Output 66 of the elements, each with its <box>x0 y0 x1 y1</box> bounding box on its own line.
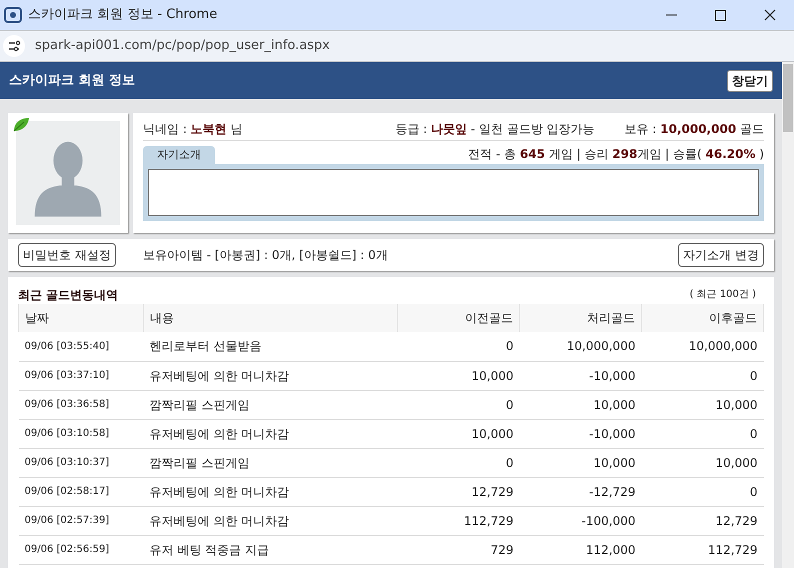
window-title: 스카이파크 회원 정보 - Chrome <box>28 6 218 24</box>
close-window-button[interactable]: 창닫기 <box>727 70 773 92</box>
table-cell: 09/06 [03:10:58] <box>18 419 144 448</box>
table-cell: 09/06 [03:10:37] <box>18 448 144 477</box>
leaf-icon <box>12 117 30 133</box>
table-cell: 0 <box>641 361 764 390</box>
table-cell: 10,000 <box>520 390 642 419</box>
table-cell: -12,729 <box>520 477 642 506</box>
table-cell: 10,000,000 <box>520 332 642 361</box>
page-title: 스카이파크 회원 정보 <box>9 72 136 90</box>
table-cell: 09/06 [02:58:17] <box>18 477 144 506</box>
table-cell: 09/06 [03:36:58] <box>18 390 144 419</box>
column-header: 내용 <box>144 304 398 332</box>
table-cell: 12,729 <box>398 477 520 506</box>
table-cell: 10,000 <box>641 390 764 419</box>
table-cell: 깜짝리필 스핀게임 <box>144 390 398 419</box>
table-cell: 0 <box>641 477 764 506</box>
minimize-icon[interactable] <box>666 14 677 16</box>
scrollbar[interactable] <box>782 62 794 568</box>
table-cell: 729 <box>398 535 520 564</box>
table-cell: 10,000,000 <box>641 332 764 361</box>
app-logo-icon <box>4 7 22 23</box>
nickname-text: 닉네임 : 노북현 님 <box>143 121 242 138</box>
table-cell: 유저베팅에 의한 머니차감 <box>144 477 398 506</box>
table-cell: 09/06 [03:55:40] <box>18 332 144 361</box>
table-cell: 09/06 [02:57:39] <box>18 506 144 535</box>
grade-text: 등급 : 나뭇잎 - 일천 골드방 입장가능 <box>395 121 595 138</box>
intro-tab[interactable]: 자기소개 <box>143 146 215 164</box>
maximize-icon[interactable] <box>715 10 726 20</box>
table-cell: 깜짝리필 스핀게임 <box>144 448 398 477</box>
holdings-text: 보유 : 10,000,000 골드 <box>624 121 764 138</box>
table-cell: 112,729 <box>641 535 764 564</box>
table-cell: 12,729 <box>641 506 764 535</box>
url-text[interactable]: spark-api001.com/pc/pop/pop_user_info.aspx <box>35 36 330 56</box>
table-cell: 10,000 <box>520 448 642 477</box>
items-text: 보유아이템 - [아봉권] : 0개, [아봉쉴드] : 0개 <box>142 247 388 264</box>
history-count: ( 최근 100건 ) <box>690 288 756 302</box>
table-cell: -100,000 <box>520 506 642 535</box>
table-cell: 10,000 <box>641 448 764 477</box>
column-header: 이후골드 <box>641 304 764 332</box>
table-cell: 유저 베팅 적중금 지급 <box>144 535 398 564</box>
reset-password-button[interactable]: 비밀번호 재설정 <box>18 243 116 267</box>
table-cell: 유저베팅에 의한 머니차감 <box>144 361 398 390</box>
table-cell: 112,000 <box>520 535 642 564</box>
column-header: 이전골드 <box>398 304 520 332</box>
table-cell: 10,000 <box>398 419 520 448</box>
table-cell: 0 <box>398 390 520 419</box>
table-cell: 10,000 <box>398 361 520 390</box>
close-icon[interactable] <box>764 9 776 21</box>
table-cell: 유저베팅에 의한 머니차감 <box>144 419 398 448</box>
table-cell: -10,000 <box>520 361 642 390</box>
change-intro-button[interactable]: 자기소개 변경 <box>678 243 764 267</box>
table-cell: 유저베팅에 의한 머니차감 <box>144 506 398 535</box>
column-header: 처리골드 <box>520 304 642 332</box>
table-cell: 09/06 [02:56:59] <box>18 535 144 564</box>
table-cell: 0 <box>641 419 764 448</box>
column-header: 날짜 <box>18 304 144 332</box>
table-cell: 헨리로부터 선물받음 <box>144 332 398 361</box>
table-cell: 09/06 [03:37:10] <box>18 361 144 390</box>
table-cell: 0 <box>398 448 520 477</box>
table-cell: 112,729 <box>398 506 520 535</box>
table-cell: 0 <box>398 332 520 361</box>
history-title: 최근 골드변동내역 <box>18 286 118 304</box>
table-cell: -10,000 <box>520 419 642 448</box>
record-text: 전적 - 총 645 게임 | 승리 298게임 | 승률( 46.20% ) <box>468 146 764 163</box>
site-settings-icon[interactable] <box>3 35 25 57</box>
